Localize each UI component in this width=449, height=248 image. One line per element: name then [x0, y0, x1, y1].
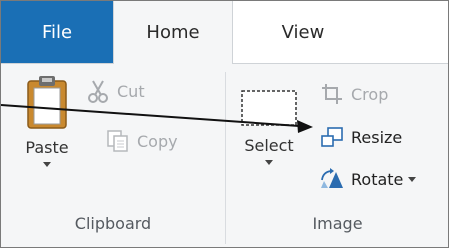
- tab-view[interactable]: View: [233, 1, 373, 63]
- paste-button[interactable]: Paste: [15, 74, 79, 167]
- clipboard-group-label: Clipboard: [74, 214, 152, 233]
- crop-button[interactable]: Crop: [319, 81, 388, 107]
- image-group-label: Image: [312, 214, 363, 233]
- select-button[interactable]: Select: [237, 88, 301, 165]
- select-dropdown-caret[interactable]: [265, 160, 273, 165]
- selection-rectangle-icon: [239, 88, 299, 132]
- crop-icon: [319, 82, 345, 106]
- ribbon-tab-bar: File Home View: [1, 1, 448, 64]
- tab-home[interactable]: Home: [113, 1, 233, 64]
- resize-icon: [319, 125, 345, 149]
- crop-label: Crop: [351, 84, 389, 104]
- paste-dropdown-caret[interactable]: [43, 162, 51, 167]
- tab-view-label: View: [281, 21, 325, 43]
- copy-label: Copy: [137, 131, 178, 151]
- scissors-icon: [85, 79, 111, 103]
- rotate-label: Rotate: [351, 169, 404, 189]
- resize-button[interactable]: Resize: [319, 124, 402, 150]
- select-label: Select: [244, 136, 294, 155]
- cut-label: Cut: [117, 81, 145, 101]
- copy-button[interactable]: Copy: [105, 128, 178, 154]
- clipboard-icon: [25, 74, 69, 134]
- ribbon-home-panel: Paste Cut Copy Clipboard Select Crop Res…: [1, 63, 448, 247]
- cut-button[interactable]: Cut: [85, 78, 145, 104]
- paint-ribbon: File Home View Paste Cut Copy Clipboard …: [0, 0, 449, 248]
- tab-file-label: File: [41, 21, 73, 43]
- tab-home-label: Home: [146, 22, 200, 43]
- rotate-button[interactable]: Rotate: [319, 166, 417, 192]
- paste-label: Paste: [25, 138, 69, 157]
- copy-icon: [105, 129, 131, 153]
- resize-label: Resize: [351, 127, 403, 147]
- rotate-icon: [319, 167, 345, 191]
- rotate-dropdown-caret[interactable]: [408, 176, 417, 182]
- tab-file[interactable]: File: [1, 1, 113, 63]
